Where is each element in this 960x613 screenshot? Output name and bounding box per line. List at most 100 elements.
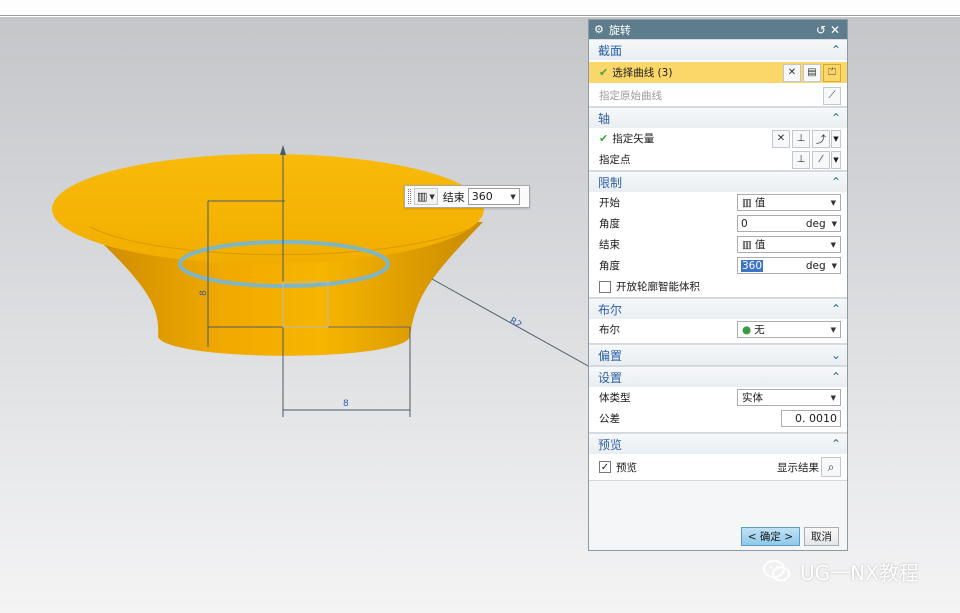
reset-icon[interactable]: ↺ xyxy=(814,23,828,37)
axis-panel: 轴 ⌃ ✔ 指定矢量 ✕ ⊥ ⤴ ▼ 指定点 ⊥ ⁄ ▼ xyxy=(589,107,847,171)
body-type-label: 体类型 xyxy=(599,392,631,404)
start-row: 开始 ▥ 值 ▼ xyxy=(589,192,847,213)
show-result-label: 显示结果 xyxy=(777,461,819,474)
start-angle-row: 角度 0 deg ▼ xyxy=(589,213,847,234)
limits-header-label: 限制 xyxy=(598,175,623,190)
select-curve-row[interactable]: ✔ 选择曲线 (3) ✕ ▤ ⏍ xyxy=(589,62,847,83)
body-type-select[interactable]: 实体 ▼ xyxy=(737,389,841,406)
chevron-down-icon: ▼ xyxy=(830,393,836,402)
revolve-dialog: ⚙ 旋转 ↺ ✕ 截面 ⌃ ✔ 选择曲线 (3) ✕ ▤ ⏍ 指定原始曲线 ⟋ … xyxy=(588,19,848,551)
reverse-vector-icon[interactable]: ✕ xyxy=(772,129,790,148)
model-top-face xyxy=(52,154,484,264)
open-profile-row[interactable]: 开放轮廓智能体积 xyxy=(589,276,847,297)
open-profile-checkbox[interactable] xyxy=(599,280,611,293)
tolerance-input[interactable]: 0. 0010 xyxy=(781,410,841,427)
point-dialog-icon[interactable]: ⊥ xyxy=(792,150,810,169)
chevron-up-icon[interactable]: ⌃ xyxy=(831,43,841,57)
specify-vector-row[interactable]: ✔ 指定矢量 ✕ ⊥ ⤴ ▼ xyxy=(589,128,847,149)
chevron-up-icon[interactable]: ⌃ xyxy=(831,437,841,451)
end-row: 结束 ▥ 值 ▼ xyxy=(589,234,847,255)
curve-select-icon[interactable]: ⏍ xyxy=(823,63,841,82)
watermark-text: UG一NX教程 xyxy=(800,560,919,585)
value-icon: ▥ xyxy=(742,196,752,209)
chevron-down-icon: ▼ xyxy=(830,240,836,249)
boolean-label: 布尔 xyxy=(599,324,620,336)
select-curve-label: 选择曲线 (3) xyxy=(612,67,673,79)
cancel-button[interactable]: 取消 xyxy=(804,526,839,546)
open-profile-label: 开放轮廓智能体积 xyxy=(616,281,700,293)
end-type-value: 值 xyxy=(754,239,766,251)
end-label: 结束 xyxy=(599,239,620,251)
settings-panel: 设置 ⌃ 体类型 实体 ▼ 公差 0. 0010 xyxy=(589,366,847,433)
section-header[interactable]: 截面 ⌃ xyxy=(589,39,847,60)
chevron-up-icon[interactable]: ⌃ xyxy=(831,370,841,384)
dimension-left-label: 8 xyxy=(199,290,209,296)
checkmark-icon: ✔ xyxy=(599,132,609,145)
boolean-row: 布尔 ● 无 ▼ xyxy=(589,319,847,340)
dialog-titlebar[interactable]: ⚙ 旋转 ↺ ✕ xyxy=(589,20,847,39)
chevron-up-icon[interactable]: ⌃ xyxy=(831,111,841,125)
close-icon[interactable]: ✕ xyxy=(828,23,842,37)
tolerance-label: 公差 xyxy=(599,413,620,425)
limit-type-dropdown[interactable]: ▥ ▼ xyxy=(414,188,438,205)
chevron-down-icon[interactable]: ▼ xyxy=(831,129,841,148)
offset-header[interactable]: 偏置 ⌄ xyxy=(589,344,847,365)
specify-point-label: 指定点 xyxy=(599,154,631,166)
offset-panel: 偏置 ⌄ xyxy=(589,344,847,366)
drag-grip-icon[interactable] xyxy=(408,189,411,204)
limits-header[interactable]: 限制 ⌃ xyxy=(589,171,847,192)
end-angle-input[interactable]: 360 deg ▼ xyxy=(737,257,841,274)
vector-dialog-icon[interactable]: ⊥ xyxy=(792,129,810,148)
boolean-value: 无 xyxy=(754,324,765,336)
start-angle-label: 角度 xyxy=(599,218,620,230)
settings-header-label: 设置 xyxy=(598,370,623,385)
origin-curve-icon[interactable]: ⟋ xyxy=(823,86,841,105)
vector-type-icon[interactable]: ⤴ xyxy=(812,129,830,148)
settings-header[interactable]: 设置 ⌃ xyxy=(589,366,847,387)
body-type-row: 体类型 实体 ▼ xyxy=(589,387,847,408)
end-angle-value: 360 xyxy=(741,259,764,272)
preview-checkbox[interactable]: ✓ xyxy=(599,461,611,473)
on-screen-end-angle-input[interactable]: ▥ ▼ 结束 360 ▼ xyxy=(404,185,530,208)
chevron-down-icon[interactable]: ▼ xyxy=(510,193,515,201)
sketch-icon[interactable]: ▤ xyxy=(803,63,821,82)
chevron-down-icon[interactable]: ⌄ xyxy=(831,348,841,362)
offset-header-label: 偏置 xyxy=(598,348,623,363)
chevron-up-icon[interactable]: ⌃ xyxy=(831,175,841,189)
section-header-label: 截面 xyxy=(598,43,623,58)
float-end-value-field[interactable]: 360 ▼ xyxy=(467,188,520,205)
axis-header[interactable]: 轴 ⌃ xyxy=(589,107,847,128)
chevron-down-icon[interactable]: ▼ xyxy=(831,150,841,169)
dialog-footer: < 确定 > 取消 xyxy=(589,522,847,550)
start-type-select[interactable]: ▥ 值 ▼ xyxy=(737,194,841,211)
boolean-select[interactable]: ● 无 ▼ xyxy=(737,321,841,338)
ok-button[interactable]: < 确定 > xyxy=(740,526,800,546)
chevron-down-icon: ▼ xyxy=(429,192,435,201)
axis-header-label: 轴 xyxy=(598,111,611,126)
dialog-title: 旋转 xyxy=(608,23,631,37)
specify-origin-row[interactable]: 指定原始曲线 ⟋ xyxy=(589,85,847,106)
chevron-down-icon: ▼ xyxy=(830,325,836,334)
chevron-down-icon[interactable]: ▼ xyxy=(832,220,837,228)
chevron-up-icon[interactable]: ⌃ xyxy=(831,302,841,316)
value-icon: ▥ xyxy=(742,238,752,251)
magnifier-icon[interactable]: ⌕ xyxy=(821,457,841,477)
preview-header-label: 预览 xyxy=(598,437,623,452)
boolean-header[interactable]: 布尔 ⌃ xyxy=(589,298,847,319)
point-type-icon[interactable]: ⁄ xyxy=(812,150,830,169)
section-panel: 截面 ⌃ ✔ 选择曲线 (3) ✕ ▤ ⏍ 指定原始曲线 ⟋ xyxy=(589,39,847,107)
body-type-value: 实体 xyxy=(742,392,763,404)
end-type-select[interactable]: ▥ 值 ▼ xyxy=(737,236,841,253)
curve-rule-icon[interactable]: ✕ xyxy=(783,63,801,82)
start-angle-input[interactable]: 0 deg ▼ xyxy=(737,215,841,232)
chevron-down-icon[interactable]: ▼ xyxy=(832,262,837,270)
specify-vector-label: 指定矢量 xyxy=(612,133,655,145)
top-strip xyxy=(0,0,960,16)
preview-header[interactable]: 预览 ⌃ xyxy=(589,433,847,454)
boolean-header-label: 布尔 xyxy=(598,302,623,317)
dimension-bottom-label: 8 xyxy=(343,399,349,409)
specify-point-row[interactable]: 指定点 ⊥ ⁄ ▼ xyxy=(589,149,847,170)
watermark: UG一NX教程 xyxy=(762,556,919,586)
limits-panel: 限制 ⌃ 开始 ▥ 值 ▼ 角度 0 deg ▼ 结束 ▥ 值 ▼ 角度 360… xyxy=(589,171,847,298)
boolean-none-icon: ● xyxy=(742,323,752,336)
